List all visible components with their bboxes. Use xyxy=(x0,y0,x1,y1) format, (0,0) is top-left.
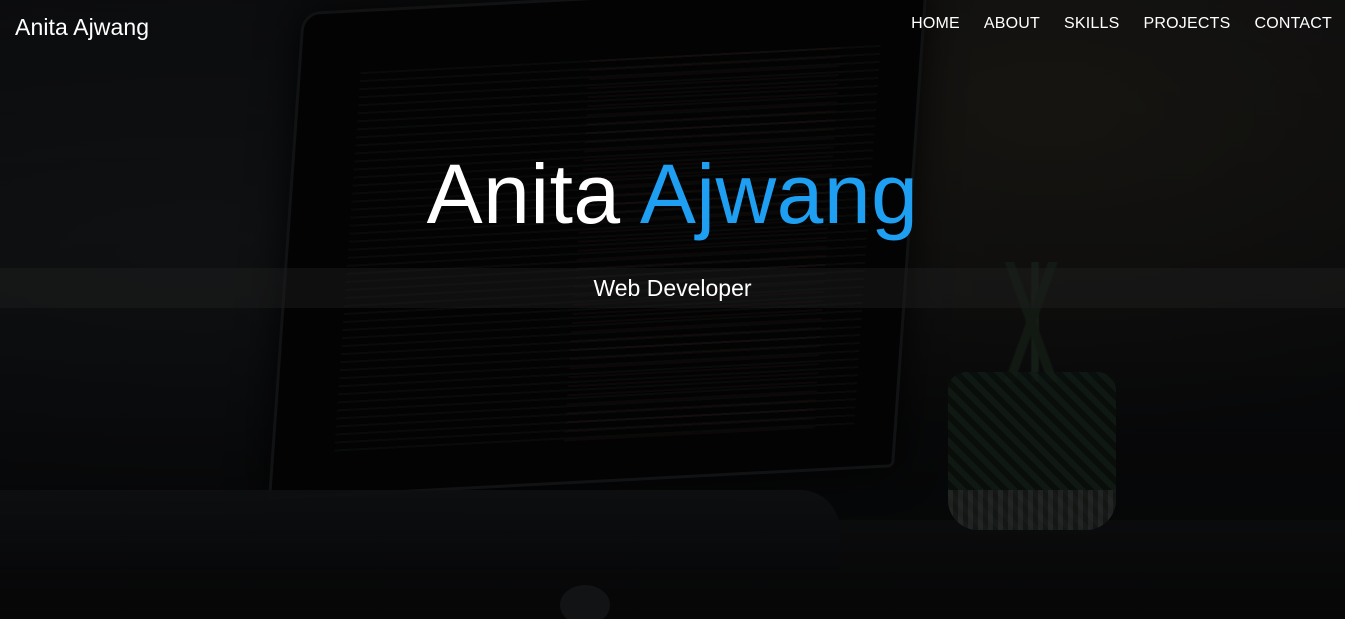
dark-overlay xyxy=(0,0,1345,619)
hero-subtitle: Web Developer xyxy=(593,275,752,301)
hero-title-first-name: Anita xyxy=(426,147,621,241)
nav-item-contact[interactable]: CONTACT xyxy=(1254,15,1332,33)
nav-item-home[interactable]: HOME xyxy=(911,15,960,33)
nav-item-projects[interactable]: PROJECTS xyxy=(1144,15,1231,33)
main-nav: HOME ABOUT SKILLS PROJECTS CONTACT xyxy=(911,15,1332,33)
hero-title-last-name: Ajwang xyxy=(639,147,919,241)
nav-item-skills[interactable]: SKILLS xyxy=(1064,15,1119,33)
nav-item-about[interactable]: ABOUT xyxy=(984,15,1040,33)
hero-title: Anita Ajwang xyxy=(0,144,1345,245)
hero-section: Anita Ajwang HOME ABOUT SKILLS PROJECTS … xyxy=(0,0,1345,619)
brand-logo-link[interactable]: Anita Ajwang xyxy=(15,14,149,41)
